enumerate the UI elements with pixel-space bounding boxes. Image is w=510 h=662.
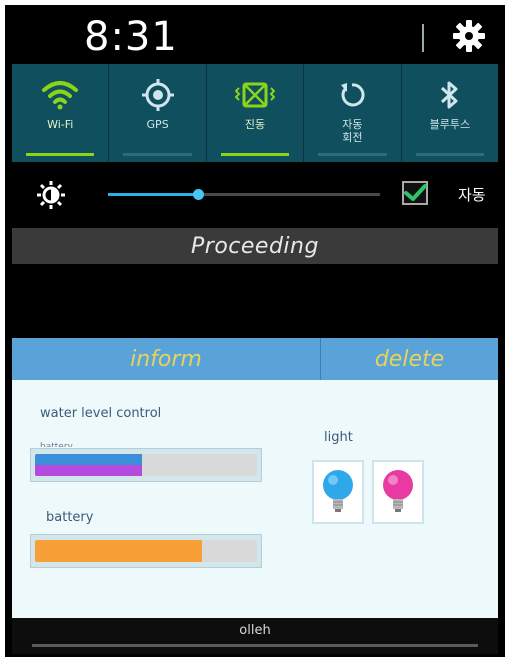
auto-brightness-label: 자동 — [458, 186, 486, 204]
settings-button[interactable] — [448, 16, 490, 56]
brightness-slider-fill — [108, 193, 198, 196]
pink-bulb-icon — [383, 470, 413, 512]
toggle-auto-rotate[interactable]: 자동 회전 — [304, 64, 402, 162]
tab-inform[interactable]: inform — [12, 338, 321, 380]
clock: 8:31 — [84, 14, 178, 60]
brightness-slider-thumb[interactable] — [192, 189, 204, 200]
status-bar: 8:31 — [12, 8, 498, 64]
light-pink-button[interactable] — [372, 460, 424, 524]
bluetooth-icon — [440, 81, 458, 109]
toggle-indicator — [123, 153, 192, 156]
tab-bar: inform delete — [12, 338, 498, 380]
water-level-fill-purple — [35, 465, 142, 476]
toggle-label: 진동 — [244, 118, 266, 131]
proceeding-text: Proceeding — [191, 233, 319, 259]
brightness-icon — [36, 180, 66, 214]
water-level-faint-label: battery — [40, 442, 73, 447]
toggle-wifi[interactable]: Wi-Fi — [12, 64, 110, 162]
toggle-bluetooth[interactable]: 블루투스 — [402, 64, 498, 162]
toggle-label: Wi-Fi — [47, 118, 74, 131]
checkmark-icon — [404, 184, 427, 201]
quick-toggles: Wi-Fi GPS 진동 자동 회전 블루투스 — [12, 64, 498, 162]
battery-bar — [30, 534, 262, 568]
toggle-indicator — [220, 153, 290, 156]
carrier-divider — [32, 644, 478, 647]
light-blue-button[interactable] — [312, 460, 364, 524]
toggle-vibrate[interactable]: 진동 — [207, 64, 305, 162]
toggle-label: 블루투스 — [429, 118, 471, 131]
brightness-row: 자동 — [12, 162, 498, 228]
notification-area — [12, 264, 498, 338]
battery-fill — [35, 540, 202, 562]
auto-brightness-checkbox[interactable] — [402, 181, 428, 205]
brightness-slider[interactable] — [108, 189, 380, 200]
rotate-icon — [341, 83, 365, 107]
toggle-label: 자동 회전 — [342, 118, 363, 144]
vibrate-icon — [235, 82, 276, 108]
gps-icon — [141, 79, 174, 111]
gear-icon — [453, 20, 485, 52]
toggle-label: GPS — [146, 118, 169, 131]
water-level-title: water level control — [40, 406, 162, 421]
water-level-bar — [30, 448, 262, 482]
toggle-indicator — [318, 153, 387, 156]
toggle-indicator — [415, 153, 485, 156]
light-title: light — [324, 430, 353, 445]
proceeding-banner: Proceeding — [12, 228, 498, 264]
blue-bulb-icon — [323, 470, 353, 512]
wifi-icon — [42, 81, 79, 110]
carrier-name: olleh — [239, 623, 271, 638]
battery-title: battery — [46, 510, 94, 525]
toggle-gps[interactable]: GPS — [109, 64, 207, 162]
water-level-fill-blue — [35, 454, 142, 465]
status-divider — [422, 24, 424, 52]
tab-delete[interactable]: delete — [321, 338, 498, 380]
control-panel: water level control battery battery ligh… — [12, 380, 498, 618]
toggle-indicator — [26, 153, 95, 156]
carrier-bar: olleh — [12, 618, 498, 654]
